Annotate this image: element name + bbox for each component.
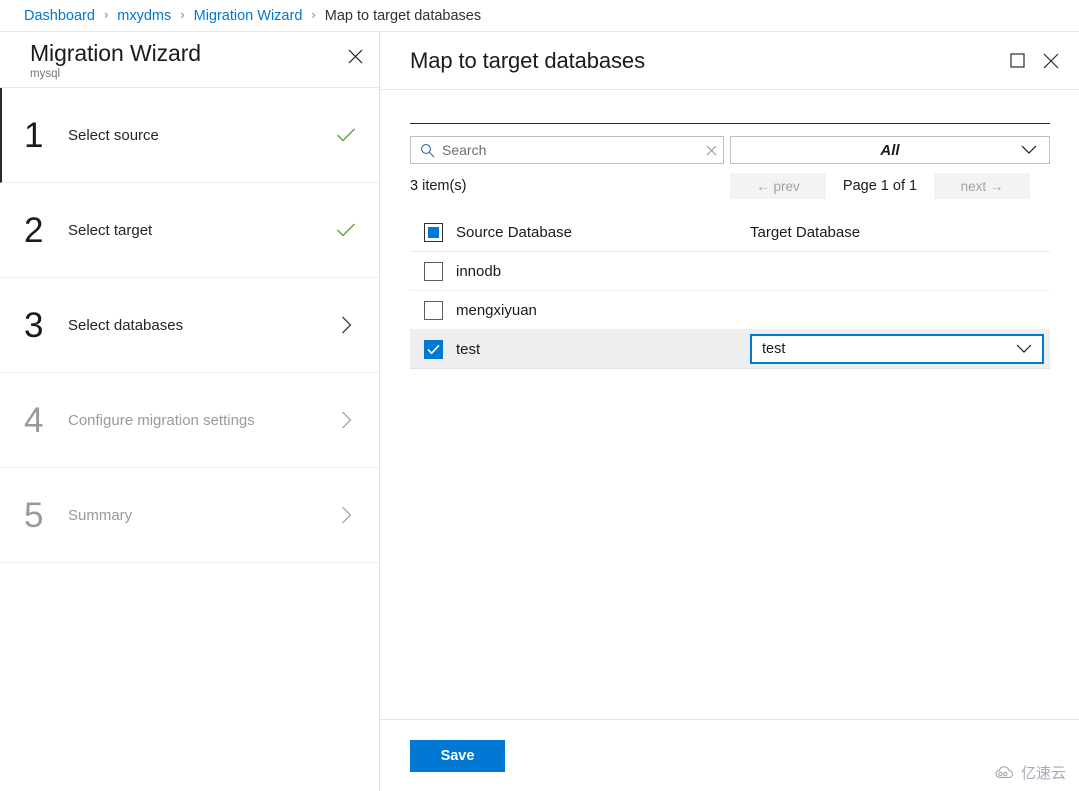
watermark-text: 亿速云	[1020, 764, 1066, 782]
breadcrumb-item-dashboard[interactable]: Dashboard	[24, 8, 95, 24]
wizard-step-summary[interactable]: 5 Summary	[0, 468, 379, 563]
target-database-value: test	[762, 341, 786, 357]
clear-icon[interactable]	[699, 137, 723, 163]
breadcrumb-item-current: Map to target databases	[324, 7, 482, 24]
search-box[interactable]	[410, 136, 724, 164]
target-database-dropdown[interactable]: test	[750, 334, 1044, 364]
count-and-pagination-row: 3 item(s) ← prev Page 1 of 1 next →	[410, 173, 1050, 199]
breadcrumb: Dashboard › mxydms › Migration Wizard › …	[0, 0, 1079, 32]
database-filter-dropdown[interactable]: All	[730, 136, 1050, 164]
database-filter-value: All	[880, 141, 900, 159]
content-footer: Save 亿速云	[380, 719, 1079, 791]
breadcrumb-item-migration-wizard[interactable]: Migration Wizard	[194, 8, 303, 24]
wizard-step-select-target[interactable]: 2 Select target	[0, 183, 379, 278]
pagination: ← prev Page 1 of 1 next →	[730, 173, 1030, 199]
wizard-step-label: Configure migration settings	[68, 411, 255, 429]
table-row[interactable]: mengxiyuan	[410, 291, 1050, 330]
search-input[interactable]	[442, 142, 699, 158]
chevron-down-icon	[1016, 344, 1032, 354]
row-checkbox[interactable]	[423, 261, 443, 281]
page-shell: Migration Wizard mysql 1 Select source 2	[0, 32, 1079, 791]
source-database-name: innodb	[456, 262, 502, 280]
table-row[interactable]: test test	[410, 330, 1050, 369]
migration-wizard-blade: Migration Wizard mysql 1 Select source 2	[0, 32, 380, 791]
wizard-step-label: Select target	[68, 221, 153, 239]
column-header-target-database: Target Database	[750, 223, 861, 241]
wizard-step-number: 2	[24, 210, 44, 250]
row-checkbox-cell	[410, 300, 456, 320]
close-icon[interactable]	[339, 40, 371, 72]
row-checkbox[interactable]	[423, 339, 443, 359]
item-count-label: 3 item(s)	[410, 178, 467, 194]
save-button[interactable]: Save	[410, 739, 505, 772]
row-checkbox[interactable]	[423, 300, 443, 320]
breadcrumb-item-mxydms[interactable]: mxydms	[117, 8, 171, 24]
close-icon[interactable]	[1034, 44, 1068, 78]
check-icon	[335, 127, 357, 143]
content-body: All 3 item(s) ← prev Page 1 of 1 next →	[380, 90, 1079, 719]
wizard-step-label: Select databases	[68, 316, 184, 334]
chevron-down-icon	[1021, 137, 1037, 163]
breadcrumb-separator-icon: ›	[103, 7, 109, 22]
table-header-row: Source Database Target Database	[410, 213, 1050, 252]
maximize-icon[interactable]	[1000, 44, 1034, 78]
wizard-step-label: Summary	[68, 506, 133, 524]
wizard-steps-list: 1 Select source 2 Select target 3 Select…	[0, 88, 379, 791]
toolbar-divider	[410, 123, 1050, 124]
breadcrumb-separator-icon: ›	[180, 7, 185, 22]
content-header: Map to target databases	[380, 32, 1079, 90]
filter-row: All	[410, 136, 1050, 164]
page-title: Map to target databases	[410, 47, 645, 73]
chevron-right-icon	[335, 411, 357, 429]
select-all-checkbox[interactable]	[423, 222, 443, 242]
source-database-name: mengxiyuan	[456, 301, 537, 319]
wizard-step-select-source[interactable]: 1 Select source	[0, 88, 379, 183]
cloud-logo-icon	[995, 765, 1014, 778]
breadcrumb-separator-icon: ›	[311, 7, 316, 22]
wizard-step-number: 1	[24, 115, 44, 155]
source-database-name: test	[456, 340, 481, 358]
chevron-right-icon	[335, 316, 357, 334]
wizard-step-number: 5	[24, 495, 44, 535]
select-all-checkbox-cell	[410, 222, 456, 242]
map-to-target-databases-blade: Map to target databases Search All 3 ite…	[380, 32, 1079, 791]
wizard-step-number: 4	[24, 400, 44, 440]
wizard-subtitle: mysql	[30, 68, 61, 80]
wizard-step-select-databases[interactable]: 3 Select databases	[0, 278, 379, 373]
wizard-step-configure-migration-settings[interactable]: 4 Configure migration settings	[0, 373, 379, 468]
row-checkbox-cell	[410, 339, 456, 359]
search-icon	[420, 143, 435, 158]
watermark: 亿速云	[995, 762, 1066, 783]
wizard-header: Migration Wizard mysql	[0, 32, 379, 88]
page-indicator: Page 1 of 1	[842, 178, 918, 194]
target-database-cell: test	[750, 334, 1050, 364]
row-checkbox-cell	[410, 261, 456, 281]
check-icon	[335, 222, 357, 238]
wizard-step-label: Select source	[68, 126, 159, 144]
table-row[interactable]: innodb	[410, 252, 1050, 291]
column-header-source-database: Source Database	[456, 223, 572, 241]
chevron-right-icon	[335, 506, 357, 524]
wizard-step-number: 3	[24, 305, 44, 345]
prev-page-button[interactable]: ← prev	[730, 173, 826, 199]
database-mapping-table: Source Database Target Database innodb m…	[410, 213, 1050, 369]
wizard-title: Migration Wizard	[30, 40, 201, 66]
next-page-button[interactable]: next →	[934, 173, 1030, 199]
